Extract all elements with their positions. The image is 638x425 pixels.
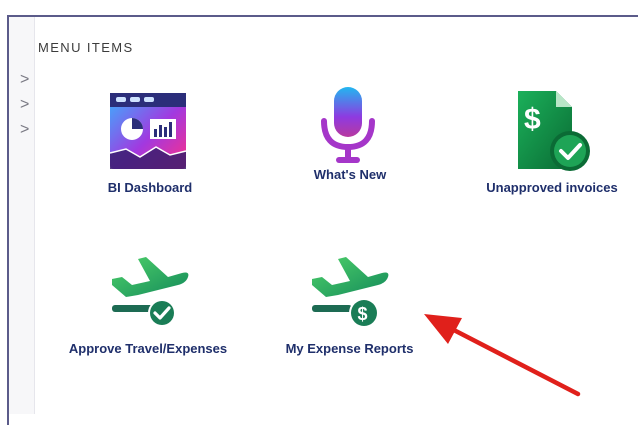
- menu-tile-label: BI Dashboard: [107, 180, 193, 195]
- plane-check-icon: [112, 257, 189, 327]
- expand-chevron-2[interactable]: >: [20, 97, 29, 113]
- invoice-check-icon: $: [518, 91, 590, 171]
- expand-chevron-3[interactable]: >: [20, 122, 29, 138]
- plane-dollar-icon: $: [312, 257, 389, 328]
- menu-tile-bi-dashboard[interactable]: BI Dashboard: [75, 85, 225, 200]
- menu-tile-label: Approve Travel/Expenses: [68, 341, 228, 356]
- section-title: MENU ITEMS: [38, 40, 134, 55]
- menu-tile-whats-new[interactable]: What's New: [275, 85, 425, 190]
- bi-dashboard-icon: [109, 93, 187, 169]
- content-frame: [7, 15, 638, 425]
- menu-tile-my-expense-reports[interactable]: $ My Expense Reports: [272, 255, 427, 360]
- menu-tile-approve-travel-expenses[interactable]: Approve Travel/Expenses: [58, 255, 238, 360]
- menu-tile-label: What's New: [313, 167, 387, 182]
- expand-chevron-1[interactable]: >: [20, 72, 29, 88]
- menu-tile-label: Unapproved invoices: [486, 180, 618, 195]
- svg-text:$: $: [524, 103, 541, 136]
- sidebar: > > >: [9, 17, 35, 414]
- menu-tile-unapproved-invoices[interactable]: $ Unapproved invoices: [478, 85, 626, 200]
- menu-tile-label: My Expense Reports: [285, 341, 414, 356]
- svg-text:$: $: [358, 304, 368, 324]
- microphone-icon: [321, 87, 375, 163]
